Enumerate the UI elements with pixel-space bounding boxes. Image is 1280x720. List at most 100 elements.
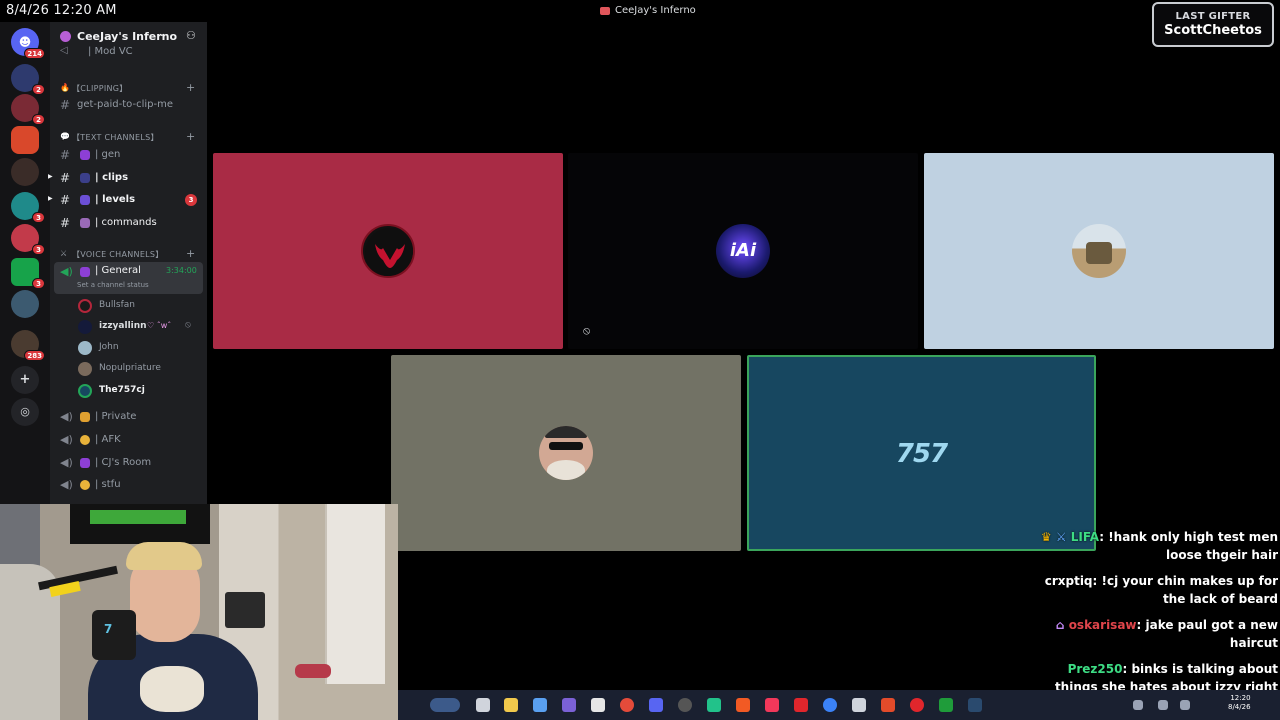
- music-icon[interactable]: [765, 698, 779, 712]
- server-icon[interactable]: 3: [11, 224, 45, 255]
- server-icon[interactable]: 2: [11, 94, 45, 125]
- server-badge: 3: [32, 244, 45, 255]
- volume-icon[interactable]: [1180, 700, 1190, 710]
- server-icon[interactable]: [11, 126, 39, 154]
- pc-shape: [225, 592, 265, 628]
- tray-icon[interactable]: [1133, 700, 1143, 710]
- server-folder[interactable]: 283: [11, 330, 45, 361]
- shirt-shape: [547, 460, 585, 480]
- video-tile-bullsfan[interactable]: [213, 153, 563, 349]
- server-badge: 2: [32, 84, 45, 95]
- help-icon[interactable]: [823, 698, 837, 712]
- chat-text: : jake paul got a new haircut: [1136, 618, 1278, 650]
- compass-icon: ◎: [20, 405, 30, 418]
- channel-sidebar: CeeJay's Inferno ⌄ ⚇ ◁ | Mod VC 🔥 【CLIPP…: [48, 22, 207, 504]
- window-title-text: CeeJay's Inferno: [615, 5, 696, 16]
- sword-icon: ⚔: [60, 249, 68, 258]
- create-channel-icon[interactable]: +: [186, 130, 196, 143]
- video-tile-izzyallinn[interactable]: iAi: [568, 153, 918, 349]
- discover-button[interactable]: ◎: [11, 398, 39, 426]
- sneakers-shape: [295, 664, 331, 678]
- category-text-channels[interactable]: 💬 【TEXT CHANNELS】 +: [50, 130, 207, 145]
- voice-channel-private[interactable]: ◀) | Private: [50, 407, 207, 427]
- copilot-icon[interactable]: [533, 698, 547, 712]
- voice-channel-stfu[interactable]: ◀) | stfu: [50, 475, 207, 495]
- avatar: [78, 299, 92, 313]
- category-clipping[interactable]: 🔥 【CLIPPING】 +: [50, 81, 207, 96]
- server-icon[interactable]: 3: [11, 192, 45, 223]
- channel-commands[interactable]: # | commands: [50, 213, 207, 233]
- direct-messages-button[interactable]: ☻ 214: [11, 28, 45, 59]
- hash-icon: #: [60, 98, 71, 112]
- plus-icon: +: [19, 372, 31, 387]
- add-server-button[interactable]: +: [11, 366, 39, 394]
- video-tile-john[interactable]: [924, 153, 1274, 349]
- chat-text: : !cj your chin makes up for the lack of…: [1092, 574, 1278, 606]
- voice-duration-timer: 3:34:00: [166, 266, 197, 275]
- avatar: [361, 224, 415, 278]
- avatar: [78, 341, 92, 355]
- steam-icon[interactable]: [968, 698, 982, 712]
- poster-text-shape: [90, 510, 186, 524]
- tshirt-print-shape: [140, 666, 204, 712]
- hash-icon: #: [60, 216, 71, 230]
- create-channel-icon[interactable]: +: [186, 247, 196, 260]
- app-icon[interactable]: [794, 698, 808, 712]
- taskbar-clock[interactable]: 12:20 8/4/26: [1228, 694, 1251, 712]
- category-voice-channels[interactable]: ⚔ 【VOICE CHANNELS】 +: [50, 247, 207, 262]
- file-explorer-icon[interactable]: [504, 698, 518, 712]
- widgets-icon[interactable]: [430, 698, 460, 712]
- soldiers-photo-icon: [1086, 242, 1112, 264]
- server-icon[interactable]: [11, 158, 39, 186]
- dm-unread-badge: 214: [24, 48, 45, 59]
- hash-icon: #: [60, 148, 71, 162]
- channel-clips[interactable]: ▶ # | clips: [48, 168, 207, 188]
- hash-icon: #: [60, 171, 71, 185]
- server-icon[interactable]: [11, 290, 39, 318]
- app-icon[interactable]: [852, 698, 866, 712]
- opera-icon[interactable]: [910, 698, 924, 712]
- unread-indicator-icon: ▶: [48, 195, 53, 202]
- xbox-icon[interactable]: [939, 698, 953, 712]
- title-bar: 8/4/26 12:20 AM CeeJay's Inferno: [0, 0, 1280, 22]
- hash-icon: #: [60, 193, 71, 207]
- speaker-icon: ◁: [60, 45, 68, 56]
- voice-channel-general[interactable]: ◀) | General 3:34:00 Set a channel statu…: [54, 262, 203, 294]
- voice-channel-afk[interactable]: ◀) | AFK: [50, 430, 207, 450]
- app-icon[interactable]: [881, 698, 895, 712]
- create-channel-icon[interactable]: +: [186, 81, 196, 94]
- obs-icon[interactable]: [678, 698, 692, 712]
- server-folder[interactable]: 3: [11, 258, 45, 289]
- avatar: [539, 426, 593, 480]
- teams-icon[interactable]: [562, 698, 576, 712]
- server-badge: 3: [32, 278, 45, 289]
- store-icon[interactable]: [591, 698, 605, 712]
- speaker-icon: ◀): [60, 478, 73, 491]
- channel-mod-vc[interactable]: ◁ | Mod VC: [50, 45, 207, 60]
- muted-icon: ⦸: [583, 324, 591, 337]
- brave-icon[interactable]: [736, 698, 750, 712]
- video-tile-nopulpriature[interactable]: [391, 355, 741, 551]
- channel-get-paid-to-clip-me[interactable]: # get-paid-to-clip-me: [50, 95, 207, 115]
- server-icon[interactable]: 2: [11, 64, 45, 95]
- channel-levels[interactable]: ▶ # | levels 3: [48, 190, 207, 210]
- lock-icon: [80, 412, 90, 422]
- channel-status-prompt[interactable]: Set a channel status: [77, 281, 149, 289]
- chrome-icon[interactable]: [620, 698, 634, 712]
- fire-icon: 🔥: [60, 83, 71, 92]
- avatar: iAi: [716, 224, 770, 278]
- speaker-icon: ◀): [60, 410, 73, 423]
- discord-icon[interactable]: [649, 698, 663, 712]
- unread-indicator-icon: ▶: [48, 173, 53, 180]
- voice-channel-cjs-room[interactable]: ◀) | CJ's Room: [50, 453, 207, 473]
- channel-emoji-icon: [80, 150, 90, 160]
- video-tile-the757cj-speaking[interactable]: 757: [747, 355, 1096, 551]
- app-icon[interactable]: [707, 698, 721, 712]
- server-badge: 2: [32, 114, 45, 125]
- network-icon[interactable]: [1158, 700, 1168, 710]
- task-view-icon[interactable]: [476, 698, 490, 712]
- invite-people-icon[interactable]: ⚇: [186, 29, 196, 42]
- channel-gen[interactable]: # | gen: [50, 145, 207, 165]
- chevron-down-icon: ⌄: [158, 29, 166, 39]
- avatar: [78, 384, 92, 398]
